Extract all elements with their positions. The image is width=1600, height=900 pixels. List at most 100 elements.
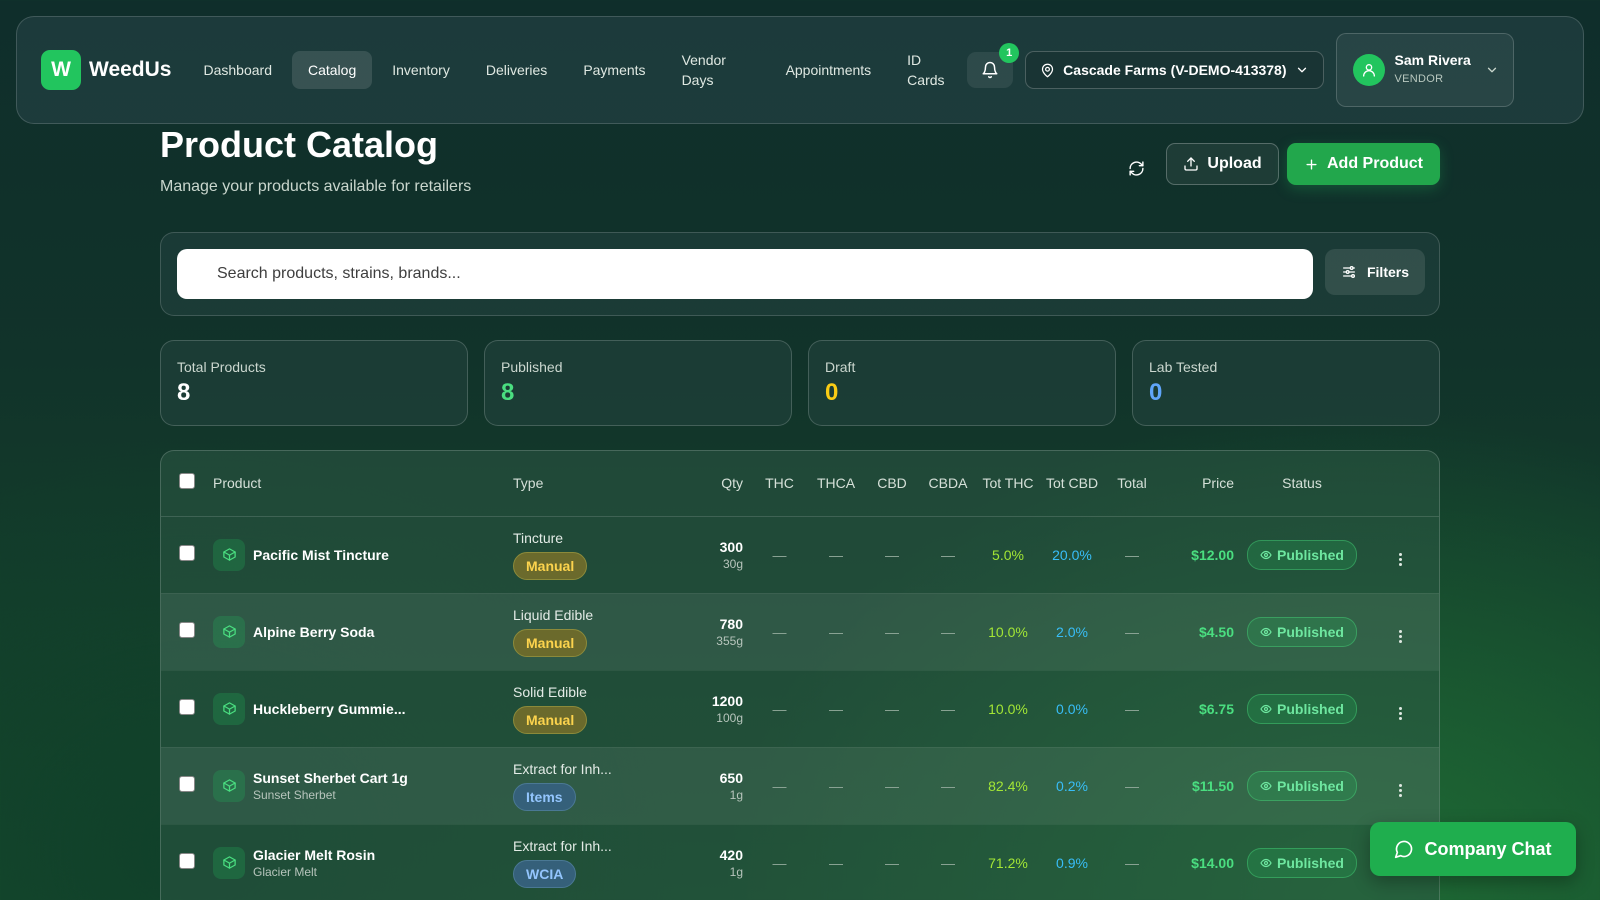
package-icon [222, 625, 236, 638]
column-header-type[interactable]: Type [513, 451, 663, 516]
cbda-value: — [941, 854, 955, 871]
package-icon [222, 856, 236, 869]
vendor-selector[interactable]: Cascade Farms (V-DEMO-413378) [1025, 51, 1324, 89]
row-checkbox[interactable] [179, 699, 195, 715]
product-name[interactable]: Huckleberry Gummie... [253, 701, 406, 717]
column-header-tot-thc[interactable]: Tot THC [976, 451, 1040, 516]
top-navigation-bar: W WeedUs Dashboard Catalog Inventory Del… [16, 16, 1584, 124]
status-badge[interactable]: Published [1247, 616, 1357, 647]
source-badge: WCIA [513, 859, 577, 888]
vendor-selector-label: Cascade Farms (V-DEMO-413378) [1063, 62, 1287, 78]
tot-cbd-value: 0.0% [1056, 700, 1088, 717]
search-input[interactable] [177, 249, 1313, 299]
nav-item-vendor-days[interactable]: Vendor Days [666, 41, 766, 99]
table-row[interactable]: Huckleberry Gummie... Solid Edible Manual 1… [161, 670, 1439, 747]
column-header-product[interactable]: Product [213, 451, 513, 516]
status-badge[interactable]: Published [1247, 693, 1357, 724]
product-name[interactable]: Glacier Melt Rosin [253, 847, 375, 863]
sliders-icon [1342, 266, 1355, 278]
column-header-cbd[interactable]: CBD [864, 451, 920, 516]
stat-value: 0 [825, 379, 839, 406]
nav-item-payments[interactable]: Payments [567, 51, 661, 89]
table-row[interactable]: Glacier Melt Rosin Glacier Melt Extract fo… [161, 824, 1439, 900]
source-badge: Manual [513, 628, 588, 657]
thca-value: — [829, 623, 843, 640]
nav-item-id-cards[interactable]: ID Cards [891, 41, 953, 99]
column-header-qty[interactable]: Qty [663, 451, 751, 516]
select-all-checkbox[interactable] [179, 472, 195, 489]
thca-value: — [829, 854, 843, 871]
eye-icon [1260, 858, 1272, 867]
status-badge[interactable]: Published [1247, 770, 1357, 801]
cbd-value: — [885, 854, 899, 871]
row-checkbox[interactable] [179, 622, 195, 638]
table-header-row: Product Type Qty THC THCA CBD CBDA Tot T… [161, 451, 1439, 516]
column-header-status[interactable]: Status [1244, 451, 1360, 516]
page-subtitle: Manage your products available for retai… [160, 178, 472, 195]
package-icon [222, 702, 236, 715]
column-header-thca[interactable]: THCA [808, 451, 864, 516]
cbd-value: — [885, 777, 899, 794]
nav-item-dashboard[interactable]: Dashboard [187, 51, 288, 89]
status-badge[interactable]: Published [1247, 847, 1357, 878]
unit-size: 1g [729, 787, 743, 802]
status-label: Published [1277, 777, 1344, 794]
upload-button[interactable]: Upload [1166, 143, 1279, 185]
quantity: 780 [719, 615, 743, 632]
quantity: 1200 [711, 692, 743, 709]
column-header-thc[interactable]: THC [751, 451, 808, 516]
column-header-tot-cbd[interactable]: Tot CBD [1040, 451, 1104, 516]
refresh-button[interactable] [1120, 152, 1152, 184]
price: $14.00 [1191, 854, 1234, 871]
column-header-total[interactable]: Total [1104, 451, 1160, 516]
stat-value: 0 [1149, 379, 1163, 406]
notifications-button[interactable]: 1 [967, 43, 1020, 88]
product-name[interactable]: Alpine Berry Soda [253, 624, 374, 640]
nav-item-deliveries[interactable]: Deliveries [470, 51, 563, 89]
nav-item-appointments[interactable]: Appointments [770, 51, 888, 89]
status-badge[interactable]: Published [1247, 539, 1357, 570]
row-actions-icon[interactable] [1399, 553, 1402, 566]
cbda-value: — [941, 700, 955, 717]
table-row[interactable]: Sunset Sherbet Cart 1g Sunset Sherbet Extr… [161, 747, 1439, 824]
row-checkbox[interactable] [179, 853, 195, 869]
tot-thc-value: 82.4% [988, 777, 1028, 794]
row-checkbox[interactable] [179, 776, 195, 792]
price: $6.75 [1198, 700, 1234, 717]
status-label: Published [1277, 623, 1344, 640]
app-name: WeedUs [89, 58, 172, 81]
row-actions-icon[interactable] [1399, 707, 1402, 720]
filters-button[interactable]: Filters [1325, 249, 1425, 295]
product-name[interactable]: Pacific Mist Tincture [253, 547, 389, 563]
product-type: Extract for Inh... [513, 760, 612, 777]
column-header-price[interactable]: Price [1160, 451, 1244, 516]
row-actions-icon[interactable] [1399, 630, 1402, 643]
thc-value: — [772, 777, 787, 794]
add-product-button[interactable]: Add Product [1287, 143, 1440, 185]
table-row[interactable]: Alpine Berry Soda Liquid Edible Manual 780 3… [161, 593, 1439, 670]
logo-mark: W [41, 50, 81, 90]
column-header-cbda[interactable]: CBDA [920, 451, 976, 516]
user-menu[interactable]: Sam Rivera VENDOR [1335, 33, 1514, 107]
company-chat-button[interactable]: Company Chat [1370, 822, 1576, 876]
package-icon [222, 779, 236, 792]
thc-value: — [772, 700, 787, 717]
stat-card: Total Products 8 [160, 340, 468, 426]
product-strain: Glacier Melt [253, 864, 318, 879]
product-name[interactable]: Sunset Sherbet Cart 1g [253, 770, 408, 786]
nav-item-catalog[interactable]: Catalog [291, 51, 373, 89]
tot-cbd-value: 0.9% [1056, 854, 1088, 871]
tot-thc-value: 5.0% [992, 546, 1024, 563]
price: $12.00 [1191, 546, 1234, 563]
product-strain: Sunset Sherbet [253, 787, 336, 802]
product-type: Extract for Inh... [513, 837, 612, 854]
row-actions-icon[interactable] [1399, 784, 1402, 797]
product-type: Tincture [513, 529, 564, 546]
nav-item-inventory[interactable]: Inventory [376, 51, 466, 89]
add-product-button-label: Add Product [1327, 155, 1423, 172]
row-checkbox[interactable] [179, 545, 195, 561]
app-logo[interactable]: W WeedUs [41, 50, 171, 90]
table-row[interactable]: Pacific Mist Tincture Tincture Manual 300 30… [161, 516, 1439, 593]
chevron-down-icon [1487, 67, 1496, 73]
tot-cbd-value: 2.0% [1056, 623, 1088, 640]
